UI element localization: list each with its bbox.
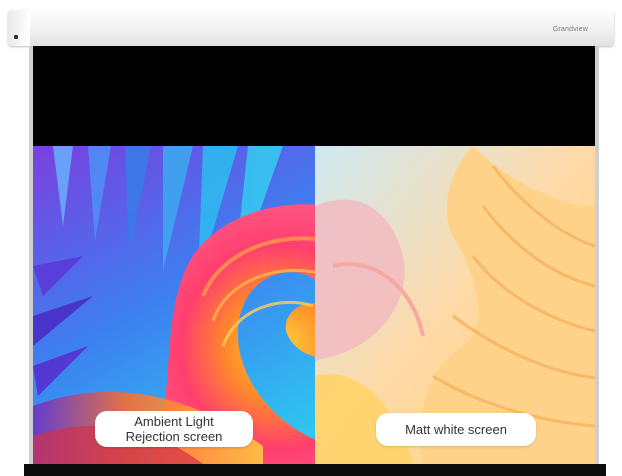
label-text: Matt white screen xyxy=(405,422,507,437)
screen-casing xyxy=(8,10,614,46)
right-tension-cable xyxy=(595,46,599,464)
ambient-light-rejection-label: Ambient Light Rejection screen xyxy=(95,411,253,447)
casing-endcap xyxy=(8,10,30,46)
label-line-2: Rejection screen xyxy=(125,429,223,444)
label-line-1: Ambient Light xyxy=(134,414,214,429)
brand-logo: Grandview xyxy=(552,26,588,33)
casing-dot xyxy=(14,35,18,39)
matt-white-label: Matt white screen xyxy=(376,413,536,446)
bottom-weight-bar xyxy=(24,464,606,476)
black-drop-border xyxy=(33,46,595,146)
